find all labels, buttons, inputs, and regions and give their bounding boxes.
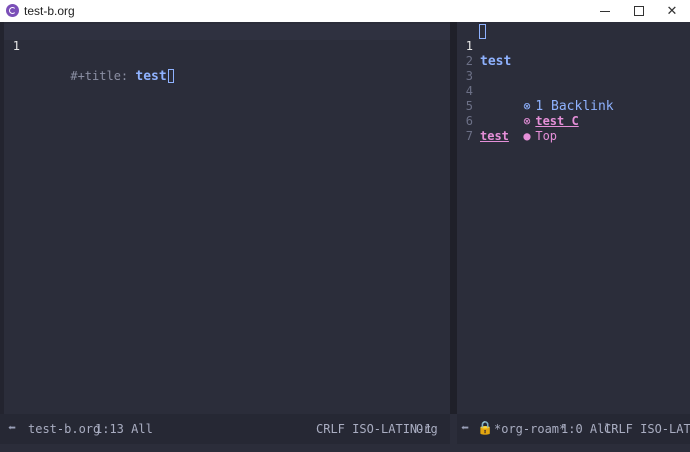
title-keyword: #+title: [70,69,136,83]
modeline-buffer-name[interactable]: *org-roam* [494,414,566,444]
emacs-gnu-icon: ⬅ [8,421,16,436]
close-button[interactable]: ✕ [655,0,689,22]
editor-pane-left[interactable]: 1 #+title: test [0,22,450,414]
title-value: test [135,69,167,84]
org-roam-pane[interactable]: 1 test 2 3 ⊗ 1 Backlink 4 ⊗ test C 5 ● Top … [457,22,690,414]
modeline-encoding[interactable]: CRLF ISO-LATIN- [604,414,690,444]
editor-line[interactable]: 4 ⊗ test C [457,69,579,128]
outline-top[interactable]: Top [535,129,557,143]
minimize-icon [600,10,610,12]
text-cursor [479,24,486,39]
lock-icon: 🔒 [477,421,494,436]
editor-line: 7 [457,114,486,143]
modeline-right[interactable]: ⬅ 🔒 *org-roam* 1:0 All CRLF ISO-LATIN- [457,414,690,444]
editor-line: 2 [457,39,486,68]
line-number: 1 [12,39,20,53]
bullet-icon: ● [523,129,531,143]
editor-line[interactable]: 1 #+title: test [0,24,174,84]
modeline-position: 1:13 All [95,422,153,436]
current-line-highlight [4,24,450,40]
editor-line[interactable]: 3 ⊗ 1 Backlink [457,54,614,114]
editor-line[interactable]: 5 ● Top [457,84,557,143]
editor-line[interactable]: 6 test [457,99,509,143]
modeline-major-mode[interactable]: Org [416,414,438,444]
modeline-encoding[interactable]: CRLF ISO-LATIN-1 [316,414,432,444]
echo-area[interactable] [0,444,690,452]
line-number: 7 [465,129,473,143]
modeline-buffer-name[interactable]: test-b.org [28,414,100,444]
emacs-gnu-icon: ⬅ [461,421,469,436]
text-cursor [167,69,174,83]
title-bar: test-b.org ✕ [0,0,690,23]
maximize-button[interactable] [622,0,656,22]
window-title: test-b.org [24,4,75,18]
modeline-left[interactable]: ⬅ test-b.org 1:13 All CRLF ISO-LATIN-1 O… [0,414,450,444]
close-icon: ✕ [666,3,678,18]
editor-line: 1 test [457,24,511,69]
maximize-icon [634,6,644,16]
minimize-button[interactable] [588,0,622,22]
emacs-icon [6,4,19,17]
window-divider[interactable] [450,22,457,414]
